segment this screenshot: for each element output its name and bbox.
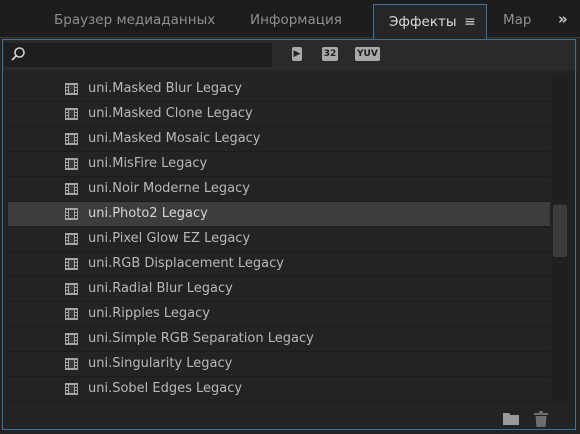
new-bin-folder-icon[interactable]	[503, 411, 519, 425]
effect-list-item[interactable]: uni.MisFire Legacy	[8, 152, 550, 177]
video-effect-icon	[65, 258, 78, 270]
effect-list-item[interactable]: uni.Simple RGB Separation Legacy	[8, 327, 550, 352]
effect-label: uni.MisFire Legacy	[88, 156, 208, 171]
effect-list-item[interactable]: uni.Masked Clone Legacy	[8, 102, 550, 127]
effect-label: uni.Photo2 Legacy	[88, 206, 208, 221]
video-effect-icon	[65, 233, 78, 245]
effect-list-item[interactable]: uni.Pixel Glow EZ Legacy	[8, 227, 550, 252]
search-box	[4, 43, 272, 67]
effect-list-item[interactable]: uni.Photo2 Legacy	[8, 202, 550, 227]
video-effect-icon	[65, 358, 78, 370]
effects-toolbar: ▶ 32 YUV	[3, 40, 577, 70]
yuv-effects-button[interactable]: YUV	[355, 44, 380, 64]
search-input[interactable]	[30, 43, 266, 67]
effect-label: uni.Masked Blur Legacy	[88, 81, 242, 96]
video-effect-icon	[65, 133, 78, 145]
tab-effects[interactable]: Эффекты ≡	[373, 4, 487, 39]
effect-label: uni.Masked Clone Legacy	[88, 106, 253, 121]
yuv-effects-icon: YUV	[355, 47, 380, 61]
video-effect-icon	[65, 283, 78, 295]
panel-menu-icon[interactable]: ≡	[464, 5, 476, 39]
accelerated-effects-icon: ▶	[291, 47, 303, 61]
tab-label: Информация	[250, 12, 342, 28]
video-effect-icon	[65, 83, 78, 95]
effect-label: uni.Noir Moderne Legacy	[88, 181, 250, 196]
tab-label: Мар	[503, 12, 532, 28]
scrollbar[interactable]	[552, 75, 568, 402]
effect-label: uni.Singularity Legacy	[88, 356, 233, 371]
tab-markers[interactable]: Мар	[503, 0, 535, 37]
video-effect-icon	[65, 208, 78, 220]
panel-tab-bar: Браузер медиаданных Информация Эффекты ≡…	[0, 0, 580, 39]
effect-list-item[interactable]: uni.Masked Mosaic Legacy	[8, 127, 550, 152]
effect-label: uni.Simple RGB Separation Legacy	[88, 331, 314, 346]
effect-label: uni.Ripples Legacy	[88, 306, 210, 321]
panel-bottom-bar	[3, 402, 577, 430]
effect-label: uni.Radial Blur Legacy	[88, 281, 233, 296]
effect-label: uni.Sobel Edges Legacy	[88, 381, 243, 396]
tab-media-browser[interactable]: Браузер медиаданных	[54, 0, 215, 37]
video-effect-icon	[65, 183, 78, 195]
scrollbar-thumb[interactable]	[553, 205, 567, 257]
tab-label: Эффекты	[389, 14, 457, 30]
effect-list-item[interactable]: uni.Radial Blur Legacy	[8, 277, 550, 302]
tab-label: Браузер медиаданных	[54, 12, 216, 28]
effect-list-item[interactable]: uni.Noir Moderne Legacy	[8, 177, 550, 202]
effect-list-item[interactable]: uni.Masked Blur Legacy	[8, 77, 550, 102]
video-effect-icon	[65, 108, 78, 120]
effect-list-item[interactable]: uni.RGB Displacement Legacy	[8, 252, 550, 277]
accelerated-effects-button[interactable]: ▶	[286, 44, 308, 64]
search-icon	[11, 47, 25, 61]
trash-icon[interactable]	[534, 411, 548, 427]
effect-list-item[interactable]: uni.Sobel Edges Legacy	[8, 377, 550, 402]
32-bit-color-icon: 32	[321, 47, 339, 61]
video-effect-icon	[65, 383, 78, 395]
32-bit-color-button[interactable]: 32	[319, 44, 341, 64]
tab-info[interactable]: Информация	[250, 0, 342, 37]
effect-label: uni.RGB Displacement Legacy	[88, 256, 284, 271]
tab-overflow-chevron-icon[interactable]: »	[558, 0, 568, 37]
effect-label: uni.Pixel Glow EZ Legacy	[88, 231, 251, 246]
effect-list-item[interactable]: uni.Ripples Legacy	[8, 302, 550, 327]
video-effect-icon	[65, 308, 78, 320]
video-effect-icon	[65, 158, 78, 170]
effect-list-item[interactable]: uni.Singularity Legacy	[8, 352, 550, 377]
video-effect-icon	[65, 333, 78, 345]
effects-list[interactable]: uni.Masked Blur Legacy uni.Masked Clone L…	[8, 75, 550, 402]
effect-label: uni.Masked Mosaic Legacy	[88, 131, 261, 146]
